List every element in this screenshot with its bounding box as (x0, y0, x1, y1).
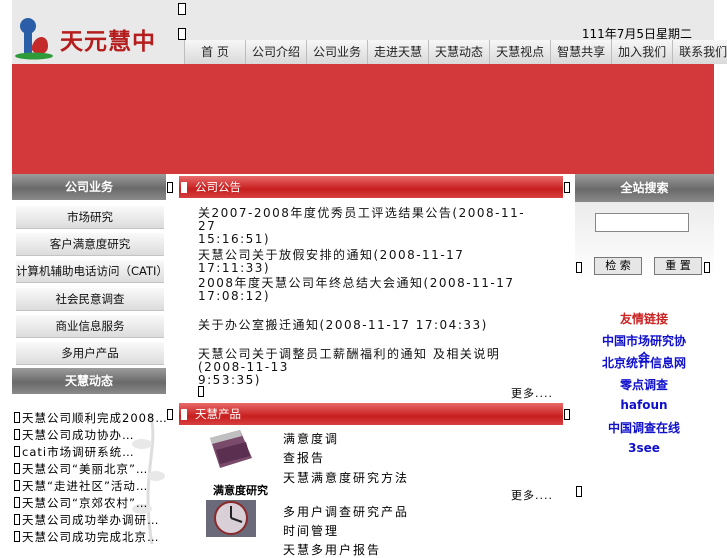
nav-news[interactable]: 天慧动态 (428, 40, 490, 64)
reset-button[interactable]: 重 置 (654, 257, 702, 275)
bullet-icon (14, 463, 20, 474)
news-item[interactable]: 天慧“走进社区”活动… (14, 478, 148, 494)
friend-link[interactable]: 北京统计信息网 (600, 354, 688, 371)
broken-image-icon (576, 486, 582, 497)
product2-line[interactable]: 天慧多用户报告 (283, 541, 381, 558)
bullet-icon (14, 412, 20, 423)
announcement-item[interactable]: 2008年度天慧公司年终总结大会通知(2008-11-17 17:08:12) (198, 277, 538, 303)
business-item-multi-user[interactable]: 多用户产品 (16, 342, 164, 365)
announcements-more-link[interactable]: 更多.... (511, 385, 553, 401)
nav-share[interactable]: 智慧共享 (550, 40, 612, 64)
friend-link[interactable]: hafoun (600, 398, 688, 412)
site-header: 天元慧中 111年7月5日星期二 首 页 公司介绍 公司业务 走进天慧 天慧动态… (12, 0, 727, 64)
business-item-info-service[interactable]: 商业信息服务 (16, 315, 164, 338)
business-item-market-research[interactable]: 市场研究 (16, 206, 164, 229)
bullet-icon (14, 514, 20, 525)
nav-join[interactable]: 加入我们 (611, 40, 673, 64)
announcement-item[interactable]: 关2007-2008年度优秀员工评选结果公告(2008-11-27 15:16:… (198, 207, 538, 246)
site-logo[interactable]: 天元慧中 (12, 14, 184, 62)
news-item[interactable]: 天慧公司“京郊农村”… (14, 495, 148, 511)
left-sidebar: 公司业务 市场研究 客户满意度研究 计算机辅助电话访问（CATI） 社会民意调查… (12, 174, 168, 545)
product-image-satisfaction[interactable] (206, 430, 256, 468)
search-header: 全站搜索 (575, 174, 714, 202)
logo-text: 天元慧中 (60, 28, 156, 55)
bullet-icon (14, 531, 20, 542)
bullet-icon (14, 480, 20, 491)
product-image-clock[interactable] (206, 500, 256, 537)
banner (12, 64, 714, 174)
bullet-icon (14, 446, 20, 457)
bullet-icon (14, 497, 20, 508)
product1-line[interactable]: 查报告 (283, 449, 325, 466)
broken-image-icon (564, 409, 570, 420)
header-icon (181, 182, 187, 193)
broken-image-icon (198, 386, 204, 397)
news-item[interactable]: 天慧公司成功完成北京… (14, 529, 160, 545)
product2-line[interactable]: 多用户调查研究产品 (283, 503, 409, 520)
announcement-item[interactable]: 关于办公室搬迁通知(2008-11-17 17:04:33) (198, 319, 538, 332)
business-item-cati[interactable]: 计算机辅助电话访问（CATI） (16, 260, 164, 283)
business-item-public-opinion[interactable]: 社会民意调查 (16, 288, 164, 311)
products-more-link[interactable]: 更多.... (511, 487, 553, 503)
product1-caption[interactable]: 满意度研究 (213, 482, 268, 498)
product1-line[interactable]: 天慧满意度研究方法 (283, 469, 409, 486)
news-item[interactable]: 天慧公司顺利完成2008… (14, 410, 168, 426)
business-item-satisfaction[interactable]: 客户满意度研究 (16, 233, 164, 256)
broken-image-icon (167, 182, 173, 193)
product1-line[interactable]: 满意度调 (283, 430, 339, 447)
products-header: 天慧产品 (179, 403, 563, 425)
broken-image-icon (564, 182, 570, 193)
news-item[interactable]: 天慧公司成功举办调研… (14, 512, 160, 528)
announcement-item[interactable]: 天慧公司关于调整员工薪酬福利的通知 及相关说明(2008-11-13 9:53:… (198, 348, 538, 387)
search-input[interactable] (595, 213, 689, 232)
news-header: 天慧动态 (12, 368, 166, 394)
bullet-icon (14, 429, 20, 440)
news-item[interactable]: 天慧公司“美丽北京”… (14, 461, 148, 477)
announcements-header: 公司公告 (179, 176, 563, 198)
business-header: 公司业务 (12, 174, 166, 200)
logo-mark-icon (15, 18, 53, 60)
friend-link[interactable]: 零点调查 (600, 376, 688, 393)
broken-image-icon (178, 28, 186, 40)
products-title: 天慧产品 (195, 407, 241, 421)
nav-enter[interactable]: 走进天慧 (367, 40, 429, 64)
news-item[interactable]: cati市场调研系统… (14, 444, 135, 460)
nav-business[interactable]: 公司业务 (306, 40, 368, 64)
header-icon (181, 409, 187, 420)
main-nav: 首 页 公司介绍 公司业务 走进天慧 天慧动态 天慧视点 智慧共享 加入我们 联… (184, 40, 727, 64)
friend-link[interactable]: 3see (600, 441, 688, 455)
nav-home[interactable]: 首 页 (184, 40, 245, 64)
announcements-title: 公司公告 (195, 180, 241, 194)
broken-image-icon (178, 3, 186, 15)
product2-line[interactable]: 时间管理 (283, 522, 339, 539)
friend-links-title: 友情链接 (619, 312, 668, 326)
broken-image-icon (704, 262, 710, 273)
search-button[interactable]: 检 索 (594, 257, 642, 275)
friend-link[interactable]: 中国调查在线 (600, 419, 688, 436)
news-item[interactable]: 天慧公司成功协办… (14, 427, 135, 443)
nav-about[interactable]: 公司介绍 (245, 40, 307, 64)
broken-image-icon (167, 409, 173, 420)
nav-contact[interactable]: 联系我们 (672, 40, 727, 64)
clock-icon (214, 501, 248, 535)
nav-viewpoint[interactable]: 天慧视点 (489, 40, 551, 64)
broken-image-icon (576, 262, 582, 273)
announcement-item[interactable]: 天慧公司关于放假安排的通知(2008-11-17 17:11:33) (198, 249, 538, 275)
